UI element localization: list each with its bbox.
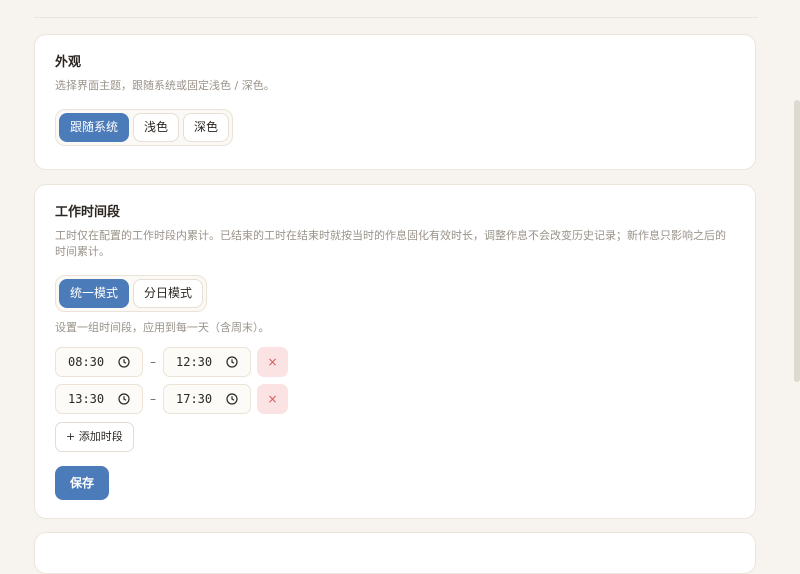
mode-segmented-control: 统一模式 分日模式 <box>55 275 208 312</box>
scrollbar[interactable] <box>794 100 800 382</box>
worktime-title: 工作时间段 <box>55 205 121 220</box>
time-slot-row: 08:30 – 12:30 × <box>55 347 288 377</box>
clock-icon <box>118 356 130 368</box>
save-button[interactable]: 保存 <box>55 466 109 500</box>
clock-icon <box>118 393 130 405</box>
end-time-input[interactable]: 12:30 <box>163 347 251 377</box>
theme-option-system[interactable]: 跟随系统 <box>59 113 130 142</box>
range-separator: – <box>150 355 156 369</box>
worktime-description: 工时仅在配置的工作时段内累计。已结束的工时在结束时就按当时的作息固化有效时长，调… <box>55 229 726 258</box>
theme-segmented-control: 跟随系统 浅色 深色 <box>55 109 234 146</box>
time-slot-row: 13:30 – 17:30 × <box>55 384 288 414</box>
range-separator: – <box>150 392 156 406</box>
start-time-value: 08:30 <box>68 355 105 369</box>
mode-option-unified[interactable]: 统一模式 <box>59 279 130 308</box>
appearance-title: 外观 <box>55 55 82 70</box>
worktime-card: 工作时间段 工时仅在配置的工作时段内累计。已结束的工时在结束时就按当时的作息固化… <box>34 184 756 519</box>
theme-option-light[interactable]: 浅色 <box>133 113 180 142</box>
mode-option-per-day[interactable]: 分日模式 <box>133 279 204 308</box>
close-icon: × <box>267 392 278 406</box>
end-time-value: 12:30 <box>176 355 213 369</box>
add-time-slot-button[interactable]: + 添加时段 <box>55 422 134 452</box>
top-divider <box>34 17 758 18</box>
clock-icon <box>226 356 238 368</box>
start-time-input[interactable]: 13:30 <box>55 384 143 414</box>
close-icon: × <box>267 355 278 369</box>
start-time-value: 13:30 <box>68 392 105 406</box>
appearance-description: 选择界面主题，跟随系统或固定浅色 / 深色。 <box>55 79 275 92</box>
mode-hint: 设置一组时间段，应用到每一天（含周末）。 <box>55 321 270 334</box>
end-time-value: 17:30 <box>176 392 213 406</box>
appearance-card: 外观 选择界面主题，跟随系统或固定浅色 / 深色。 跟随系统 浅色 深色 <box>34 34 756 170</box>
clock-icon <box>226 393 238 405</box>
theme-option-dark[interactable]: 深色 <box>183 113 230 142</box>
next-card <box>34 532 756 574</box>
delete-slot-button[interactable]: × <box>257 347 288 377</box>
delete-slot-button[interactable]: × <box>257 384 288 414</box>
start-time-input[interactable]: 08:30 <box>55 347 143 377</box>
end-time-input[interactable]: 17:30 <box>163 384 251 414</box>
